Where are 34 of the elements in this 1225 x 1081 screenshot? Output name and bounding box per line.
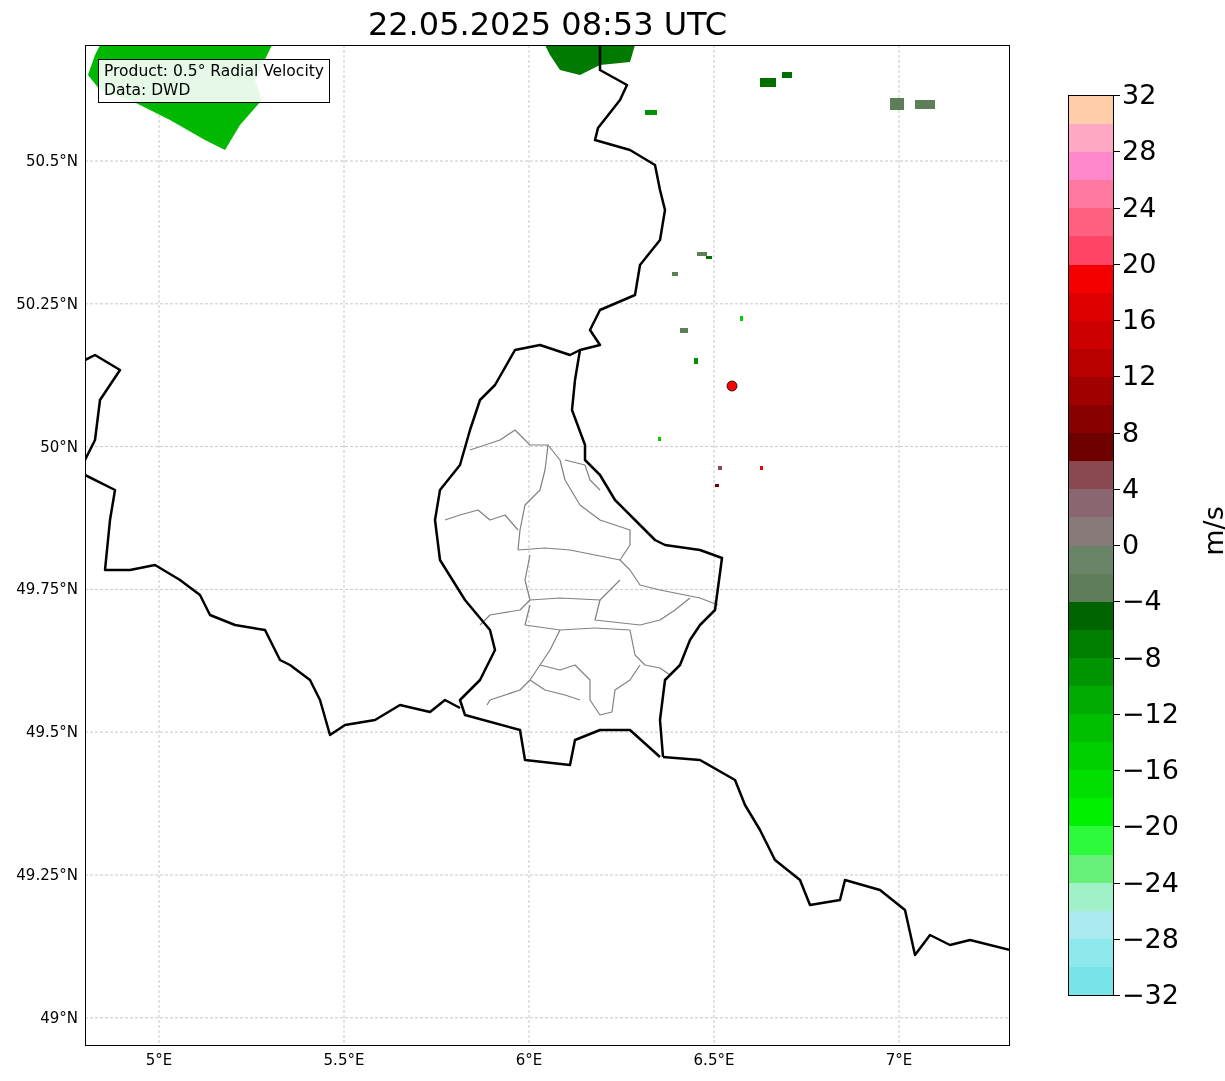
colorbar-tick-label: 32 <box>1122 80 1157 110</box>
longitude-tick-label: 5°E <box>145 1051 173 1069</box>
latitude-tick-label: 49.25°N <box>16 866 78 884</box>
colorbar-tick-label: −16 <box>1122 755 1179 785</box>
radar-site-marker <box>726 380 738 392</box>
colorbar-tick-label: −32 <box>1122 980 1179 1010</box>
latitude-tick-label: 49.75°N <box>16 580 78 599</box>
colorbar-tick-label: −8 <box>1122 642 1162 673</box>
longitude-tick-label: 6°E <box>515 1051 543 1069</box>
colorbar-tick-label: 12 <box>1122 361 1157 392</box>
colorbar-tick-label: −4 <box>1122 586 1162 617</box>
info-text: Product: 0.5° Radial Velocity <box>104 62 324 81</box>
latitude-tick-label: 49°N <box>40 1008 78 1027</box>
colorbar-tick-label: 16 <box>1122 305 1157 335</box>
colorbar-tick-label: 0 <box>1122 530 1140 560</box>
colorbar-tick-label: 20 <box>1122 248 1157 279</box>
colorbar-tick-label: 28 <box>1122 136 1157 167</box>
info-text: Data: DWD <box>104 81 192 100</box>
colorbar-tick-label: −28 <box>1122 923 1179 954</box>
colorbar-unit-label: m/s <box>1198 505 1225 558</box>
colorbar-tick-label: −20 <box>1122 811 1179 842</box>
colorbar-tick-label: 24 <box>1122 192 1157 223</box>
longitude-tick-label: 7°E <box>885 1051 913 1069</box>
latitude-tick-label: 49.5°N <box>25 723 78 742</box>
colorbar-tick-label: −24 <box>1122 867 1179 898</box>
latitude-tick-label: 50°N <box>40 437 78 456</box>
colorbar-tick-label: 8 <box>1122 417 1140 448</box>
latitude-tick-label: 50.25°N <box>16 294 78 313</box>
latitude-tick-label: 50.5°N <box>25 152 78 170</box>
longitude-tick-label: 5.5°E <box>323 1051 365 1069</box>
chart-title: 22.05.2025 08:53 UTC <box>366 4 729 44</box>
longitude-tick-label: 6.5°E <box>693 1051 735 1069</box>
colorbar-tick-label: −12 <box>1122 698 1179 729</box>
colorbar-tick-label: 4 <box>1122 473 1140 504</box>
